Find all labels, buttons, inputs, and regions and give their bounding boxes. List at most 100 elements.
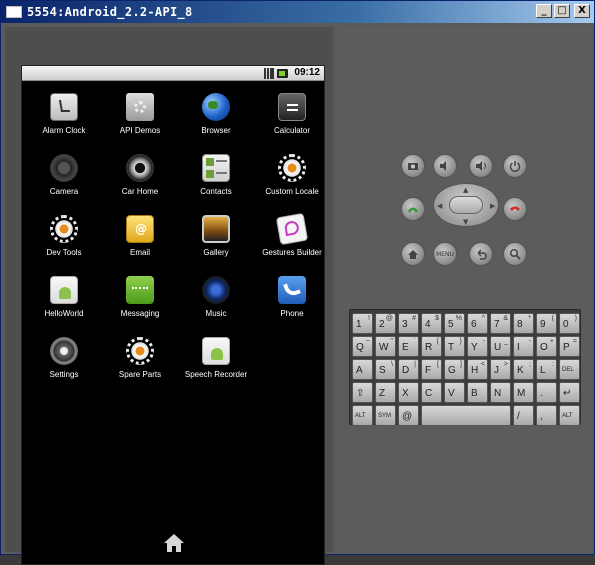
key-slash[interactable]: / (513, 405, 534, 426)
app-phone[interactable]: Phone (254, 276, 330, 318)
key-w[interactable]: W " (375, 336, 396, 357)
key-shift[interactable]: ⇧ (352, 382, 373, 403)
close-button[interactable]: X (574, 4, 590, 18)
dpad-center-button[interactable] (449, 196, 483, 214)
key-1[interactable]: 1! (352, 313, 373, 334)
speaker-icon (202, 276, 230, 304)
key-t[interactable]: T} (444, 336, 465, 357)
key-8[interactable]: 8 * (513, 313, 534, 334)
dpad-left-icon[interactable]: ◀ (437, 202, 442, 210)
key-comma[interactable]: , (536, 405, 557, 426)
back-button[interactable] (469, 242, 493, 266)
key-7[interactable]: 7 & (490, 313, 511, 334)
key-i[interactable]: I- (513, 336, 534, 357)
app-gestures-builder[interactable]: Gestures Builder (254, 212, 330, 257)
call-button[interactable] (401, 197, 425, 221)
android-screen[interactable]: 09:12 Alarm Clock API Demos Browser Calc… (21, 65, 325, 565)
key-n[interactable]: N (490, 382, 511, 403)
search-icon[interactable] (503, 242, 527, 266)
key-z[interactable]: Z (375, 382, 396, 403)
key-k[interactable]: K; (513, 359, 534, 380)
app-contacts[interactable]: Contacts (178, 154, 254, 196)
app-helloworld[interactable]: HelloWorld (26, 276, 102, 318)
camera-button[interactable] (401, 154, 425, 178)
hardware-keyboard: 1! 2 @ 3 # 4 $ 5% 6 ^ 7 & 8 * 9( 0) Q ~ W " E ` R… (349, 309, 581, 426)
app-alarm-clock[interactable]: Alarm Clock (26, 93, 102, 135)
app-car-home[interactable]: Car Home (102, 154, 178, 196)
app-calculator[interactable]: Calculator (254, 93, 330, 135)
end-call-button[interactable] (503, 197, 527, 221)
key-x[interactable]: X (398, 382, 419, 403)
app-gallery[interactable]: Gallery (178, 215, 254, 257)
key-r[interactable]: R{ (421, 336, 442, 357)
key-3[interactable]: 3 # (398, 313, 419, 334)
app-speech-recorder[interactable]: Speech Recorder (178, 337, 254, 379)
key-c[interactable]: C (421, 382, 442, 403)
app-label: Settings (49, 370, 79, 379)
key-u[interactable]: U _ (490, 336, 511, 357)
key-e[interactable]: E ` (398, 336, 419, 357)
key-0[interactable]: 0) (559, 313, 580, 334)
app-camera[interactable]: Camera (26, 154, 102, 196)
key-l[interactable]: L: (536, 359, 557, 380)
key-period[interactable]: . (536, 382, 557, 403)
key-9[interactable]: 9( (536, 313, 557, 334)
app-spare-parts[interactable]: Spare Parts (102, 337, 178, 379)
app-custom-locale[interactable]: Custom Locale (254, 154, 330, 196)
home-button[interactable] (401, 242, 425, 266)
key-alt-left[interactable]: ALT (352, 405, 373, 426)
dpad-right-icon[interactable]: ▶ (490, 202, 495, 210)
maximize-button[interactable]: □ (554, 4, 570, 18)
key-s[interactable]: S \ (375, 359, 396, 380)
camera-icon (50, 154, 78, 182)
dpad-up-icon[interactable]: ▲ (463, 186, 468, 194)
emulator-window: 5554:Android_2.2-API_8 _ □ X 09:12 Alarm… (0, 0, 595, 565)
key-space[interactable] (421, 405, 511, 426)
key-a[interactable]: A (352, 359, 373, 380)
key-at[interactable]: @ (398, 405, 419, 426)
app-music[interactable]: Music (178, 276, 254, 318)
key-p[interactable]: P = (559, 336, 580, 357)
key-q[interactable]: Q ~ (352, 336, 373, 357)
calculator-icon (278, 93, 306, 121)
key-v[interactable]: V (444, 382, 465, 403)
key-g[interactable]: G] (444, 359, 465, 380)
key-j[interactable]: J > (490, 359, 511, 380)
app-email[interactable]: @ Email (102, 215, 178, 257)
key-5[interactable]: 5% (444, 313, 465, 334)
dpad[interactable]: ▲ ▼ ◀ ▶ (433, 183, 499, 227)
menu-button[interactable]: MENU (433, 242, 457, 266)
key-enter[interactable]: ↵ (559, 382, 580, 403)
key-4[interactable]: 4 $ (421, 313, 442, 334)
app-settings[interactable]: Settings (26, 337, 102, 379)
status-bar[interactable]: 09:12 (22, 66, 324, 81)
key-b[interactable]: B (467, 382, 488, 403)
app-dev-tools[interactable]: Dev Tools (26, 215, 102, 257)
app-messaging[interactable]: Messaging (102, 276, 178, 318)
key-del[interactable]: DEL (559, 359, 580, 380)
app-label: Gallery (203, 248, 229, 257)
key-2[interactable]: 2 @ (375, 313, 396, 334)
key-d[interactable]: D | (398, 359, 419, 380)
volume-up-button[interactable] (469, 154, 493, 178)
app-browser[interactable]: Browser (178, 93, 254, 135)
key-y[interactable]: Y- (467, 336, 488, 357)
volume-down-button[interactable] (433, 154, 457, 178)
home-icon[interactable] (162, 532, 186, 554)
gear-icon (50, 215, 78, 243)
device-body: 09:12 Alarm Clock API Demos Browser Calc… (5, 27, 333, 565)
minimize-button[interactable]: _ (536, 4, 552, 18)
key-alt-right[interactable]: ALT (559, 405, 580, 426)
power-icon[interactable] (503, 154, 527, 178)
app-label: Music (205, 309, 227, 318)
app-api-demos[interactable]: API Demos (102, 93, 178, 135)
key-sym[interactable]: SYM (375, 405, 396, 426)
key-h[interactable]: H < (467, 359, 488, 380)
key-o[interactable]: O + (536, 336, 557, 357)
key-m[interactable]: M (513, 382, 534, 403)
dpad-down-icon[interactable]: ▼ (463, 218, 468, 226)
key-6[interactable]: 6 ^ (467, 313, 488, 334)
app-label: Alarm Clock (42, 126, 86, 135)
title-bar[interactable]: 5554:Android_2.2-API_8 _ □ X (1, 1, 594, 23)
key-f[interactable]: F[ (421, 359, 442, 380)
